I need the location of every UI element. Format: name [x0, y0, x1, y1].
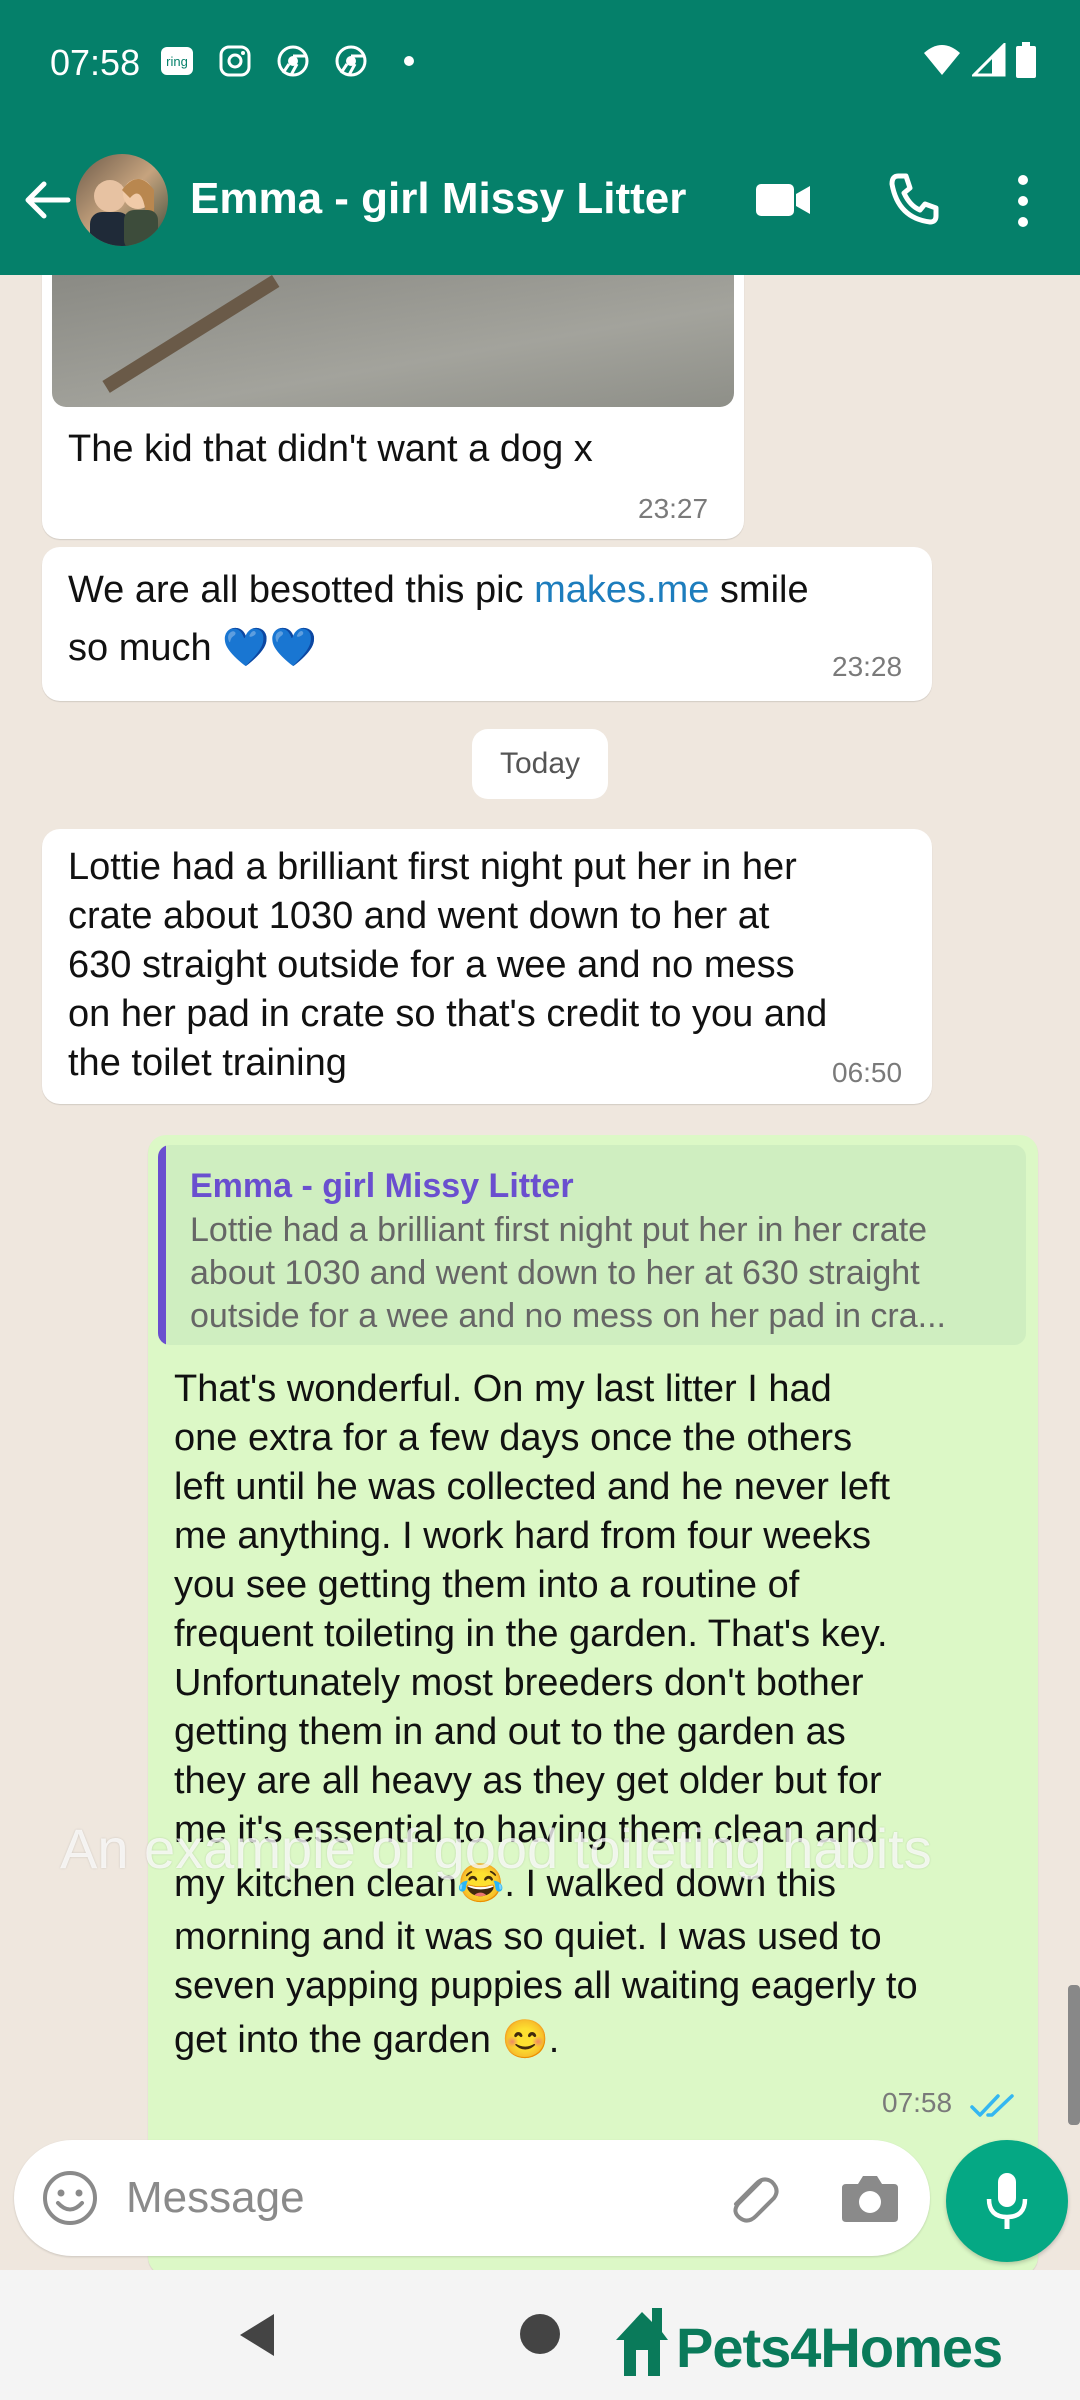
message-text: Lottie had a brilliant first night put h… — [68, 843, 928, 1088]
message-line: one extra for a few days once the others — [174, 1417, 853, 1459]
video-call-icon[interactable] — [754, 180, 812, 220]
system-navigation-bar: Pets4Homes — [0, 2270, 1080, 2400]
message-line: the toilet training — [68, 1042, 347, 1084]
back-arrow-icon[interactable] — [18, 172, 74, 228]
chrome-icon — [334, 44, 368, 78]
quote-line: outside for a wee and no mess on her pad… — [190, 1297, 947, 1335]
message-time: 06:50 — [832, 1057, 903, 1088]
brand-watermark: Pets4Homes — [612, 2290, 1003, 2380]
contact-name[interactable]: Emma - girl Missy Litter — [190, 174, 686, 224]
message-text-line: so much 💙💙 — [68, 627, 317, 669]
attachment-icon[interactable] — [720, 2166, 782, 2228]
incoming-message[interactable]: We are all besotted this pic makes.me sm… — [42, 547, 932, 701]
chat-area[interactable]: The kid that didn't want a dog x 23:27 W… — [0, 275, 1080, 2270]
avatar[interactable] — [76, 154, 168, 246]
svg-text:ring: ring — [166, 54, 188, 69]
quote-text: Lottie had a brilliant first night put h… — [190, 1209, 1010, 1338]
message-text: The kid that didn't want a dog x — [68, 428, 593, 470]
instagram-icon — [218, 44, 252, 78]
battery-icon — [1016, 42, 1036, 78]
message-time: 23:28 — [832, 651, 903, 682]
house-logo-icon — [616, 2308, 668, 2376]
image-caption: An example of good toileting habits — [60, 1817, 932, 1880]
outgoing-message-text: That's wonderful. On my last litter I ha… — [174, 1365, 1034, 2069]
nav-back-icon[interactable] — [234, 2310, 278, 2360]
quote-author: Emma - girl Missy Litter — [190, 1167, 574, 1205]
microphone-icon — [986, 2173, 1028, 2229]
incoming-message-image[interactable]: The kid that didn't want a dog x 23:27 — [42, 275, 744, 539]
scrollbar[interactable] — [1068, 1985, 1080, 2125]
message-line: Unfortunately most breeders don't bother — [174, 1662, 864, 1704]
message-text-part: We are all besotted this pic — [68, 569, 535, 611]
shared-photo[interactable] — [52, 275, 734, 407]
more-options-icon[interactable] — [1010, 172, 1036, 230]
message-line: they are all heavy as they get older but… — [174, 1760, 882, 1802]
message-line: 630 straight outside for a wee and no me… — [68, 944, 795, 986]
message-link[interactable]: makes.me — [534, 569, 709, 611]
message-line: crate about 1030 and went down to her at — [68, 895, 770, 937]
date-divider: Today — [472, 729, 608, 799]
ring-icon: ring — [160, 44, 194, 78]
dot-icon — [392, 44, 426, 78]
notification-icons: ring — [160, 44, 426, 78]
message-line: frequent toileting in the garden. That's… — [174, 1613, 888, 1655]
emoji-icon[interactable] — [40, 2168, 100, 2228]
message-text-part: smile — [709, 569, 809, 611]
message-line: morning and it was so quiet. I was used … — [174, 1916, 882, 1958]
system-icons — [922, 42, 1036, 78]
quote-line: Lottie had a brilliant first night put h… — [190, 1211, 928, 1249]
message-line: Lottie had a brilliant first night put h… — [68, 846, 797, 888]
quoted-message[interactable]: Emma - girl Missy Litter Lottie had a br… — [158, 1145, 1026, 1345]
message-line: That's wonderful. On my last litter I ha… — [174, 1368, 832, 1410]
message-line: getting them in and out to the garden as — [174, 1711, 846, 1753]
message-composer — [14, 2140, 930, 2256]
incoming-message[interactable]: Lottie had a brilliant first night put h… — [42, 829, 932, 1104]
status-bar: 07:58 ring — [0, 0, 1080, 130]
message-text: We are all besotted this pic makes.me sm… — [68, 561, 918, 677]
message-line: me anything. I work hard from four weeks — [174, 1515, 871, 1557]
nav-home-icon[interactable] — [520, 2314, 560, 2354]
voice-message-button[interactable] — [946, 2140, 1068, 2262]
phone-icon[interactable] — [884, 170, 942, 228]
wifi-icon — [924, 45, 960, 75]
quote-accent-bar — [158, 1145, 166, 1345]
camera-icon[interactable] — [840, 2170, 900, 2226]
message-line: on her pad in crate so that's credit to … — [68, 993, 828, 1035]
chrome-icon — [276, 44, 310, 78]
message-line: you see getting them into a routine of — [174, 1564, 800, 1606]
read-receipt-icon — [970, 2094, 1014, 2117]
quote-line: about 1030 and went down to her at 630 s… — [190, 1254, 920, 1292]
status-time: 07:58 — [50, 42, 141, 83]
message-input[interactable] — [126, 2166, 686, 2230]
message-time: 23:27 — [638, 493, 709, 524]
chat-header: Emma - girl Missy Litter — [0, 130, 1080, 275]
message-line: seven yapping puppies all waiting eagerl… — [174, 1965, 918, 2007]
brand-name: Pets4Homes — [676, 2316, 1003, 2379]
signal-icon — [972, 43, 1006, 77]
message-line: get into the garden 😊. — [174, 2019, 560, 2061]
message-line: left until he was collected and he never… — [174, 1466, 891, 1508]
message-time: 07:58 — [882, 2087, 953, 2118]
